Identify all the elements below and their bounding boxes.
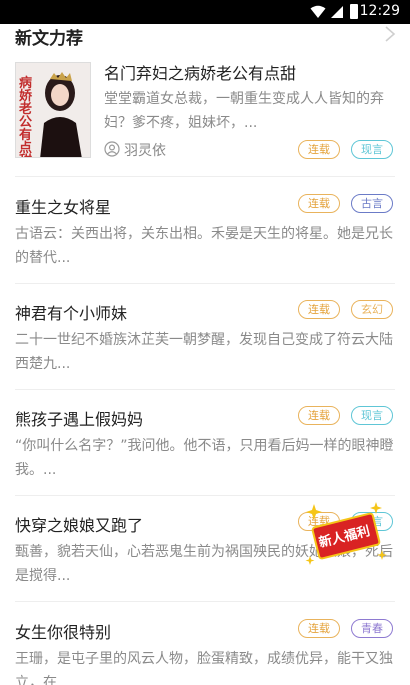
category-badge: 古言: [351, 194, 393, 213]
category-badge: 青春: [351, 619, 393, 638]
book-title[interactable]: 名门弃妇之病娇老公有点甜: [104, 60, 296, 84]
divider: [15, 176, 395, 177]
book-title[interactable]: 神君有个小师妹: [15, 300, 127, 324]
new-user-gift-badge[interactable]: 新人福利: [304, 500, 388, 572]
book-title[interactable]: 女生你很特别: [15, 619, 111, 643]
section-title: 新文力荐: [15, 29, 83, 49]
book-description: 堂堂霸道女总裁，一朝重生变成人人皆知的弃妇？爹不疼，姐妹坏，...: [104, 91, 384, 131]
status-badge: 连载: [298, 140, 340, 159]
cover-title: 病娇老公有点甜: [19, 76, 33, 157]
book-title[interactable]: 熊孩子遇上假妈妈: [15, 406, 143, 430]
divider: [15, 389, 395, 390]
status-badge: 连载: [298, 406, 340, 425]
book-title[interactable]: 快穿之娘娘又跑了: [15, 512, 143, 536]
book-title[interactable]: 重生之女将星: [15, 194, 111, 218]
section-header: 新文力荐: [0, 24, 410, 49]
chevron-right-icon[interactable]: [384, 26, 396, 42]
status-badge: 连载: [298, 300, 340, 319]
wifi-icon: [310, 5, 326, 18]
book-description: “你叫什么名字？”我问他。他不语，只用看后妈一样的眼神瞪我。...: [15, 438, 394, 478]
book-description: 王珊，是屯子里的风云人物，脸蛋精致，成绩优异，能干又独立，在...: [15, 651, 393, 685]
signal-icon: [331, 6, 343, 18]
book-description: 古语云：关西出将，关东出相。禾晏是天生的将星。她是兄长的替代...: [15, 226, 393, 266]
divider: [15, 601, 395, 602]
author-icon: [104, 141, 120, 157]
category-badge: 玄幻: [351, 300, 393, 319]
status-badge: 连载: [298, 619, 340, 638]
book-description: 二十一世纪不婚族沐芷芙一朝梦醒，发现自己变成了符云大陆西楚九...: [15, 332, 393, 372]
divider: [15, 283, 395, 284]
category-badge: 现言: [351, 406, 393, 425]
status-bar: 12:29: [0, 0, 410, 24]
book-cover[interactable]: 病娇老公有点甜: [15, 62, 91, 158]
divider: [15, 495, 395, 496]
category-badge: 现言: [351, 140, 393, 159]
author-name: 羽灵依: [124, 143, 166, 159]
status-badge: 连载: [298, 194, 340, 213]
clock: 12:29: [359, 3, 400, 19]
battery-icon: [350, 4, 358, 19]
